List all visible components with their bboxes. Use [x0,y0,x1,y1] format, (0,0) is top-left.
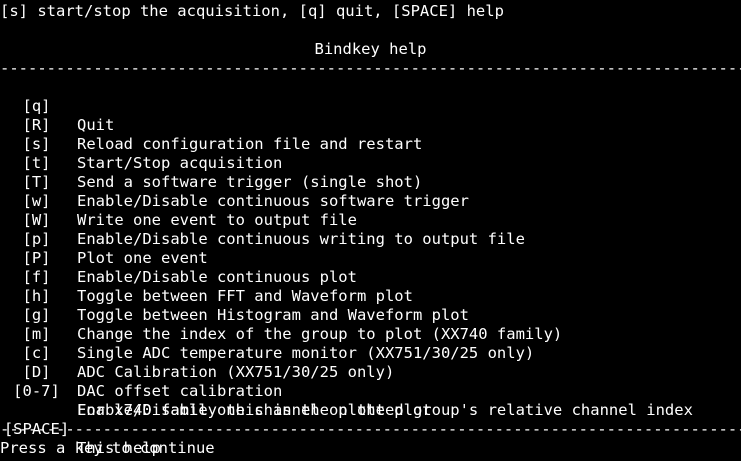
status-line: [s] start/stop the acquisition, [q] quit… [0,2,504,20]
separator-top: ----------------------------------------… [0,59,741,77]
binding-row-software-trigger: [t] Send a software trigger (single shot… [0,135,741,191]
binding-row-fft-toggle: [f] Toggle between FFT and Waveform plot [0,249,741,305]
binding-row-quit: [q] Quit [0,78,741,134]
binding-row-continuous-trigger: [T] Enable/Disable continuous software t… [0,154,741,210]
separator-bottom: ----------------------------------------… [0,420,741,438]
binding-row-continuous-plot: [P] Enable/Disable continuous plot [0,230,741,286]
continue-prompt: Press a key to continue [0,439,215,457]
binding-row-dac-offset: [D] DAC offset calibration [0,344,741,400]
binding-row-help: [SPACE] This help [0,401,741,457]
terminal-window[interactable]: [s] start/stop the acquisition, [q] quit… [0,0,741,461]
binding-row-continuation: For x740 family this is the plotted grou… [0,382,741,419]
binding-row-plot-event: [p] Plot one event [0,211,741,267]
binding-row-write-event: [w] Write one event to output file [0,173,741,229]
binding-row-start-stop: [s] Start/Stop acquisition [0,116,741,172]
binding-row-group-index: [g] Change the index of the group to plo… [0,287,741,343]
binding-row-histogram-toggle: [h] Toggle between Histogram and Wavefor… [0,268,741,324]
binding-row-adc-calibration: [c] ADC Calibration (XX751/30/25 only) [0,325,741,381]
binding-row-reload: [R] Reload configuration file and restar… [0,97,741,153]
binding-row-continuous-writing: [W] Enable/Disable continuous writing to… [0,192,741,248]
help-title: Bindkey help [314,40,427,58]
binding-row-temperature-monitor: [m] Single ADC temperature monitor (XX75… [0,306,741,362]
binding-row-channel-enable: [0-7] Enable/Disable one channel on the … [0,363,741,419]
